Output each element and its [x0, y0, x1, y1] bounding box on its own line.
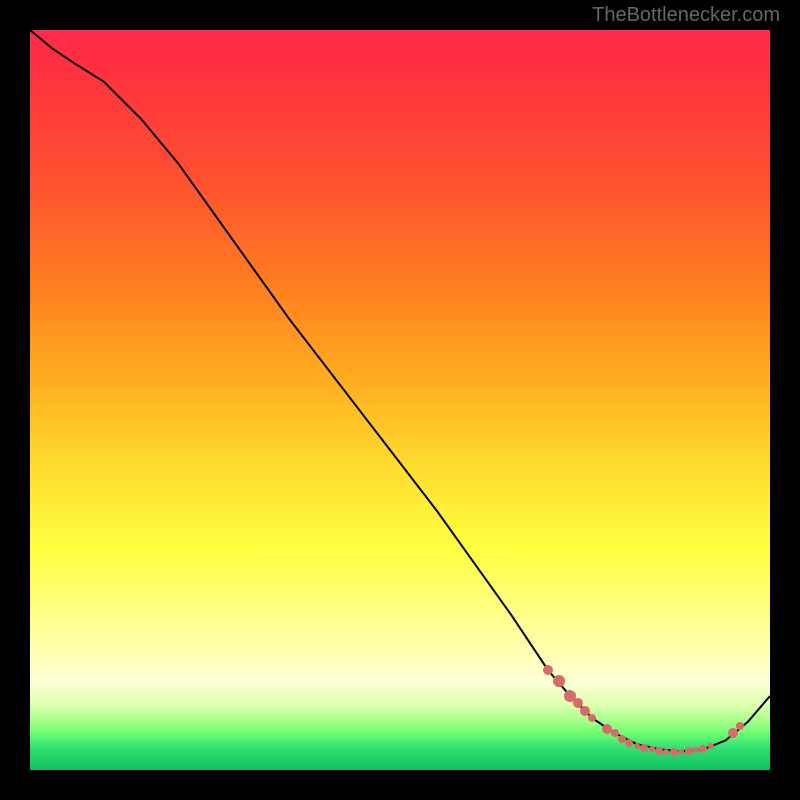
highlight-dot	[543, 665, 553, 675]
highlight-dot	[553, 675, 565, 687]
highlight-dot	[634, 743, 640, 749]
attribution-text: TheBottlenecker.com	[592, 4, 780, 27]
highlight-dot	[693, 747, 699, 753]
highlight-dot	[685, 747, 693, 755]
highlight-dot	[588, 714, 596, 722]
chart-plot-area	[30, 30, 770, 770]
highlight-dot	[640, 744, 648, 752]
highlight-dot	[699, 745, 707, 753]
highlight-dot	[663, 749, 669, 755]
highlight-dot	[611, 729, 619, 737]
highlight-dot	[655, 747, 663, 755]
highlight-dot	[678, 749, 684, 755]
bottleneck-curve	[30, 30, 770, 770]
highlight-dot	[728, 728, 738, 738]
highlight-dot	[708, 743, 714, 749]
highlight-dot	[625, 739, 633, 747]
highlight-dot	[670, 748, 678, 756]
highlight-dot	[580, 706, 590, 716]
highlight-dot	[649, 746, 655, 752]
highlight-dot	[736, 722, 744, 730]
